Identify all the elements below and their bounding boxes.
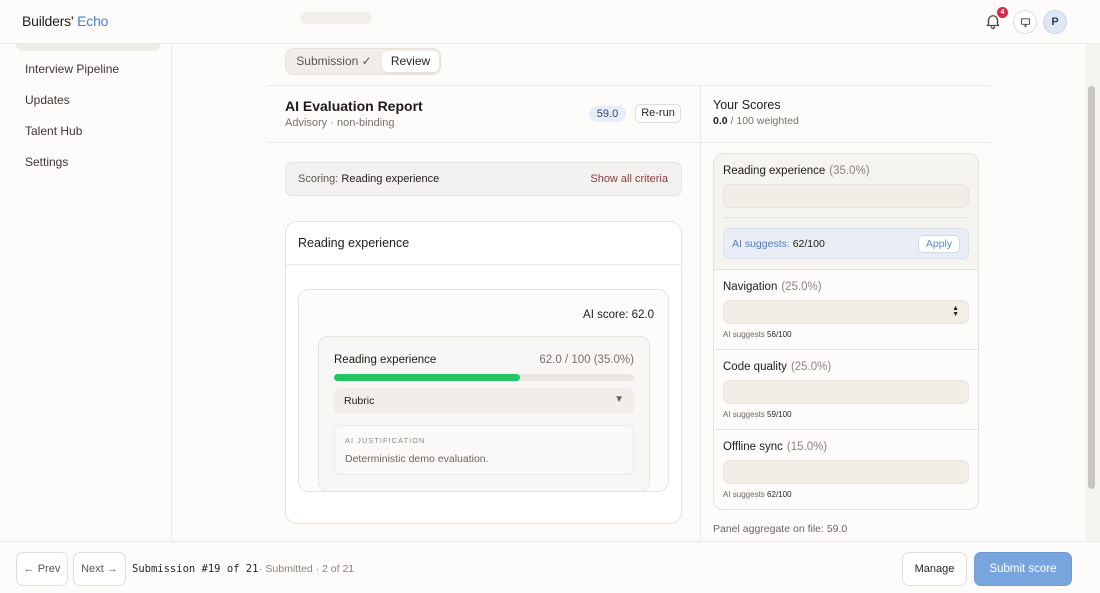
- ai-score-card: AI score: 62.0 Reading experience 62.0 /…: [298, 289, 669, 492]
- score-progress-fill: [334, 374, 520, 381]
- score-input-code-quality[interactable]: [723, 380, 969, 404]
- caret-down-icon: ▼: [614, 394, 624, 405]
- ai-suggestion-value: 62/100: [792, 238, 825, 250]
- score-section-reading-experience: Reading experience (35.0%) AI suggests: 6…: [714, 154, 978, 270]
- divider: [267, 85, 991, 86]
- criterion-detail: Reading experience 62.0 / 100 (35.0%) Ru…: [318, 336, 650, 492]
- criterion-detail-value: 62.0 / 100 (35.0%): [539, 354, 634, 366]
- rerun-button[interactable]: Re-run: [635, 104, 681, 123]
- ai-justification-text: Deterministic demo evaluation.: [345, 453, 489, 465]
- sidebar-item-settings[interactable]: Settings: [25, 155, 68, 169]
- criterion-name-text: Navigation: [723, 281, 778, 293]
- panel-aggregate: Panel aggregate on file: 59.0: [713, 523, 848, 535]
- ai-suggestion-value: 59/100: [767, 410, 792, 419]
- criterion-name: Reading experience (35.0%): [723, 165, 870, 177]
- criterion-name: Navigation (25.0%): [723, 281, 822, 293]
- scores-form: Reading experience (35.0%) AI suggests: 6…: [713, 153, 979, 510]
- ai-justification-box: AI JUSTIFICATION Deterministic demo eval…: [334, 425, 634, 475]
- top-bar: Builders' Echo 4 P: [0, 0, 1100, 44]
- ai-suggestion-prefix: AI suggests:: [732, 238, 790, 250]
- divider: [267, 142, 700, 143]
- scoring-criterion-bar: Scoring: Reading experience Show all cri…: [285, 162, 682, 196]
- tab-submission[interactable]: Submission ✓: [289, 51, 379, 72]
- divider: [723, 217, 969, 218]
- ai-score-label: AI score: 62.0: [583, 309, 654, 321]
- criterion-weight: (25.0%): [781, 281, 822, 293]
- scoring-criterion: Reading experience: [341, 173, 440, 185]
- report-subtitle: Advisory · non-binding: [285, 117, 395, 129]
- divider: [701, 142, 991, 143]
- panel-divider: [700, 86, 701, 541]
- next-button[interactable]: Next →: [73, 552, 126, 586]
- sidebar: Interview Pipeline Updates Talent Hub Se…: [4, 44, 172, 541]
- ai-total-score-badge: 59.0: [589, 106, 626, 122]
- sidebar-item-updates[interactable]: Updates: [25, 93, 70, 107]
- manage-button[interactable]: Manage: [902, 552, 967, 586]
- view-tabs: Submission ✓ Review: [285, 48, 441, 75]
- report-title: AI Evaluation Report: [285, 98, 423, 114]
- your-scores-title: Your Scores: [713, 98, 781, 112]
- rubric-dropdown[interactable]: Rubric ▼: [334, 388, 634, 414]
- breadcrumb-placeholder: [300, 12, 372, 24]
- ai-suggestion-text: AI suggests: 62/100: [732, 238, 825, 250]
- weighted-total: 0.0 / 100 weighted: [713, 115, 799, 127]
- submit-score-button[interactable]: Submit score: [974, 552, 1072, 586]
- prev-button[interactable]: ← Prev: [16, 552, 68, 586]
- criterion-name-text: Reading experience: [723, 165, 826, 177]
- criterion-card-title: Reading experience: [298, 236, 410, 250]
- sidebar-item-talent-hub[interactable]: Talent Hub: [25, 124, 82, 138]
- brand-name-primary: Builders': [22, 13, 74, 29]
- ai-suggestion-box: AI suggests: 62/100 Apply: [723, 228, 969, 259]
- brand-name-accent: Echo: [77, 13, 109, 29]
- criterion-weight: (25.0%): [790, 361, 832, 373]
- divider: [286, 264, 681, 265]
- score-section-code-quality: Code quality (25.0%) AI suggests 59/100: [714, 350, 978, 430]
- criterion-weight: (15.0%): [786, 441, 828, 453]
- ai-suggestion-hint: AI suggests 56/100: [723, 330, 792, 339]
- rubric-label: Rubric: [344, 395, 375, 407]
- score-input-offline-sync[interactable]: [723, 460, 969, 484]
- ai-suggestion-prefix: AI suggests: [723, 490, 765, 499]
- score-progress-bar: [334, 374, 634, 381]
- ai-justification-label: AI JUSTIFICATION: [345, 436, 426, 445]
- criterion-card: Reading experience AI score: 62.0 Readin…: [285, 221, 682, 524]
- scoring-prefix: Scoring:: [298, 173, 339, 185]
- criterion-weight: (35.0%): [829, 165, 870, 177]
- scoring-label: Scoring: Reading experience: [298, 173, 439, 185]
- score-section-offline-sync: Offline sync (15.0%) AI suggests 62/100: [714, 430, 978, 509]
- ai-suggestion-hint: AI suggests 59/100: [723, 410, 792, 419]
- scrollbar-thumb[interactable]: [1088, 86, 1095, 489]
- ai-suggestion-value: 62/100: [767, 490, 792, 499]
- score-select-navigation[interactable]: ▲ ▼: [723, 300, 969, 324]
- show-all-criteria-link[interactable]: Show all criteria: [590, 173, 668, 185]
- criterion-name: Code quality (25.0%): [723, 361, 831, 373]
- score-input-reading-experience[interactable]: [723, 184, 969, 208]
- ai-suggestion-prefix: AI suggests: [723, 410, 765, 419]
- monitor-icon: [1020, 17, 1030, 27]
- criterion-name-text: Code quality: [723, 361, 787, 373]
- tab-review[interactable]: Review: [382, 51, 439, 72]
- weighted-total-suffix: / 100 weighted: [730, 115, 799, 127]
- weighted-total-value: 0.0: [713, 115, 728, 127]
- user-avatar[interactable]: P: [1043, 10, 1067, 34]
- criterion-name: Offline sync (15.0%): [723, 441, 827, 453]
- criterion-name-text: Offline sync: [723, 441, 783, 453]
- brand-logo[interactable]: Builders' Echo: [22, 13, 108, 29]
- ai-suggestion-value: 56/100: [767, 330, 792, 339]
- apply-suggestion-button[interactable]: Apply: [918, 235, 960, 253]
- ai-suggestion-prefix: AI suggests: [723, 330, 765, 339]
- submission-counter: Submission #19 of 21: [132, 563, 259, 575]
- score-section-navigation: Navigation (25.0%) ▲ ▼ AI suggests 56/100: [714, 270, 978, 350]
- sidebar-active-item[interactable]: [16, 44, 160, 51]
- select-arrows-icon: ▲ ▼: [952, 305, 959, 318]
- notification-badge: 4: [997, 7, 1008, 18]
- display-button[interactable]: [1013, 10, 1037, 34]
- ai-suggestion-hint: AI suggests 62/100: [723, 490, 792, 499]
- footer-bar: ← Prev Next → Submission #19 of 21 · Sub…: [0, 541, 1100, 593]
- criterion-detail-name: Reading experience: [334, 354, 437, 366]
- submitted-meta: · Submitted · 2 of 21: [259, 563, 355, 575]
- sidebar-item-interview-pipeline[interactable]: Interview Pipeline: [25, 62, 119, 76]
